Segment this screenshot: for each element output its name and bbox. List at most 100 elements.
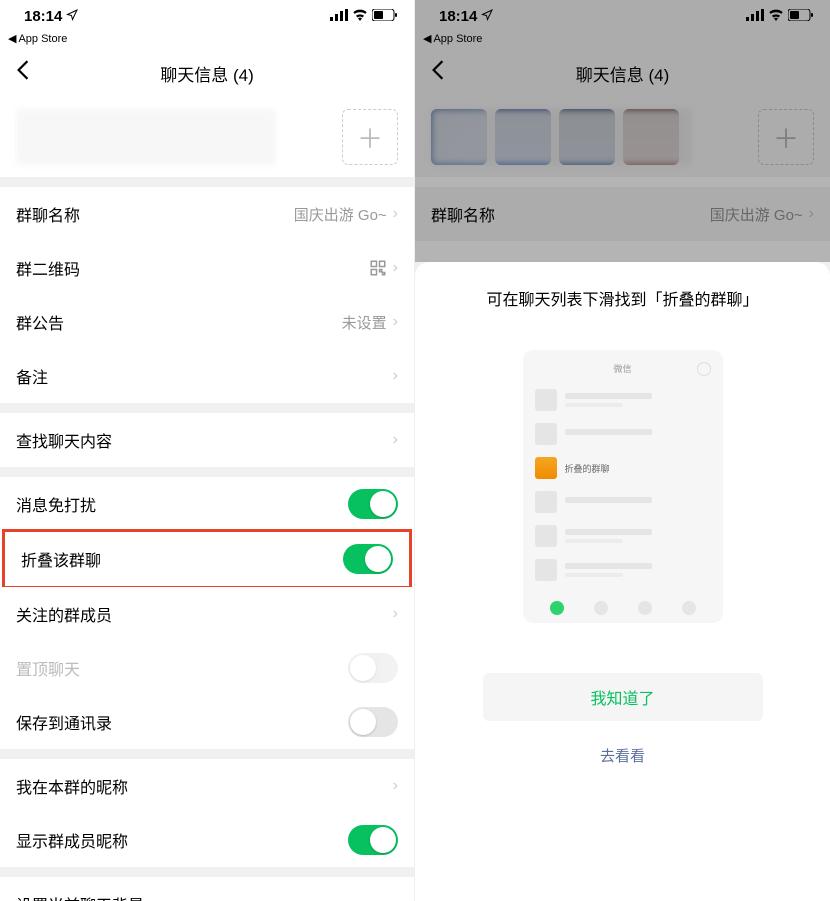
- cell-search-chat[interactable]: 查找聊天内容 ›: [0, 413, 414, 467]
- show-nick-label: 显示群成员昵称: [16, 828, 128, 852]
- highlight-fold: 折叠该群聊: [2, 529, 412, 589]
- add-member-button[interactable]: ＋: [342, 109, 398, 165]
- group-name-value: 国庆出游 Go~: [710, 204, 803, 225]
- chevron-icon: ›: [393, 313, 398, 331]
- member-avatars: [431, 109, 691, 165]
- nav-back-icon[interactable]: [427, 55, 449, 91]
- screen-fold-guide: 18:14 ◀ App Store: [415, 0, 830, 901]
- battery-icon: [372, 8, 398, 25]
- back-to-app[interactable]: ◀ App Store: [415, 32, 830, 49]
- notice-label: 群公告: [16, 310, 64, 334]
- screen-settings: 18:14 ◀ App Store 聊天信息 (4) ＋: [0, 0, 415, 901]
- nav-back-icon[interactable]: [12, 55, 34, 91]
- notice-value: 未设置: [342, 312, 387, 333]
- status-time: 18:14: [439, 8, 477, 25]
- watched-label: 关注的群成员: [16, 602, 112, 626]
- cell-mute[interactable]: 消息免打扰: [0, 477, 414, 531]
- preview-chatlist: 微信 折叠的群聊: [523, 350, 723, 623]
- chevron-icon: ›: [393, 259, 398, 277]
- my-nick-label: 我在本群的昵称: [16, 774, 128, 798]
- status-time: 18:14: [24, 8, 62, 25]
- wifi-icon: [768, 8, 784, 25]
- status-bar: 18:14: [0, 0, 414, 32]
- chevron-icon: ›: [393, 777, 398, 795]
- preview-row: [523, 417, 723, 451]
- cell-bg[interactable]: 设置当前聊天背景: [0, 877, 414, 901]
- sheet-title: 可在聊天列表下滑找到「折叠的群聊」: [486, 286, 758, 310]
- preview-row: [523, 553, 723, 587]
- qr-label: 群二维码: [16, 256, 80, 280]
- preview-header: 微信: [523, 358, 723, 383]
- cell-save-contacts[interactable]: 保存到通讯录: [0, 695, 414, 749]
- preview-tab: [594, 601, 608, 615]
- pin-toggle: [348, 653, 398, 683]
- status-bar: 18:14: [415, 0, 830, 32]
- back-app-label: App Store: [18, 33, 67, 45]
- search-label: 查找聊天内容: [16, 428, 112, 452]
- preview-avatar: [535, 423, 557, 445]
- save-toggle[interactable]: [348, 707, 398, 737]
- preview-row: [523, 485, 723, 519]
- pin-label: 置顶聊天: [16, 656, 80, 680]
- nav-title: 聊天信息 (4): [415, 61, 830, 86]
- group-name-label: 群聊名称: [431, 202, 495, 226]
- group-name-label: 群聊名称: [16, 202, 80, 226]
- preview-avatar: [535, 491, 557, 513]
- qr-icon: [369, 259, 387, 277]
- cell-group-name[interactable]: 群聊名称 国庆出游 Go~ ›: [415, 187, 830, 241]
- preview-row: [523, 519, 723, 553]
- preview-tab: [638, 601, 652, 615]
- preview-tab: [682, 601, 696, 615]
- save-label: 保存到通讯录: [16, 710, 112, 734]
- preview-tab: [550, 601, 564, 615]
- preview-avatar: [535, 559, 557, 581]
- mute-toggle[interactable]: [348, 489, 398, 519]
- go-see-link[interactable]: 去看看: [600, 745, 645, 766]
- back-to-app[interactable]: ◀ App Store: [0, 32, 414, 49]
- chevron-icon: ›: [393, 367, 398, 385]
- preview-row: [523, 383, 723, 417]
- members-blurred: [431, 109, 691, 165]
- signal-icon: [330, 8, 348, 25]
- members-section: ＋: [415, 97, 830, 177]
- guide-sheet: 可在聊天列表下滑找到「折叠的群聊」 微信 折叠的群聊: [415, 262, 830, 901]
- group-name-value: 国庆出游 Go~: [294, 204, 387, 225]
- nav-bar: 聊天信息 (4): [415, 49, 830, 97]
- location-icon: [481, 8, 493, 25]
- battery-icon: [788, 8, 814, 25]
- ok-button-label: 我知道了: [590, 685, 654, 709]
- nav-bar: 聊天信息 (4): [0, 49, 414, 97]
- members-blurred: [16, 109, 276, 165]
- nav-title: 聊天信息 (4): [0, 61, 414, 86]
- chevron-icon: ›: [809, 205, 814, 223]
- preview-row-folded: 折叠的群聊: [523, 451, 723, 485]
- bg-label: 设置当前聊天背景: [16, 892, 144, 901]
- cell-fold[interactable]: 折叠该群聊: [5, 532, 409, 586]
- mute-label: 消息免打扰: [16, 492, 96, 516]
- cell-pin: 置顶聊天: [0, 641, 414, 695]
- cell-remark[interactable]: 备注 ›: [0, 349, 414, 403]
- preview-avatar: [535, 389, 557, 411]
- signal-icon: [746, 8, 764, 25]
- cell-notice[interactable]: 群公告 未设置 ›: [0, 295, 414, 349]
- chevron-icon: ›: [393, 431, 398, 449]
- go-see-label: 去看看: [600, 748, 645, 765]
- chevron-icon: ›: [393, 205, 398, 223]
- back-triangle-icon: ◀: [8, 32, 16, 45]
- back-triangle-icon: ◀: [423, 32, 431, 45]
- cell-my-nick[interactable]: 我在本群的昵称 ›: [0, 759, 414, 813]
- ok-button[interactable]: 我知道了: [483, 673, 763, 721]
- add-member-button[interactable]: ＋: [758, 109, 814, 165]
- wifi-icon: [352, 8, 368, 25]
- fold-label: 折叠该群聊: [21, 547, 101, 571]
- preview-avatar-folded: [535, 457, 557, 479]
- preview-avatar: [535, 525, 557, 547]
- show-nick-toggle[interactable]: [348, 825, 398, 855]
- chevron-icon: ›: [393, 605, 398, 623]
- members-section: ＋: [0, 97, 414, 177]
- cell-group-name[interactable]: 群聊名称 国庆出游 Go~ ›: [0, 187, 414, 241]
- cell-watched-members[interactable]: 关注的群成员 ›: [0, 587, 414, 641]
- cell-show-nick[interactable]: 显示群成员昵称: [0, 813, 414, 867]
- fold-toggle[interactable]: [343, 544, 393, 574]
- cell-qr[interactable]: 群二维码 ›: [0, 241, 414, 295]
